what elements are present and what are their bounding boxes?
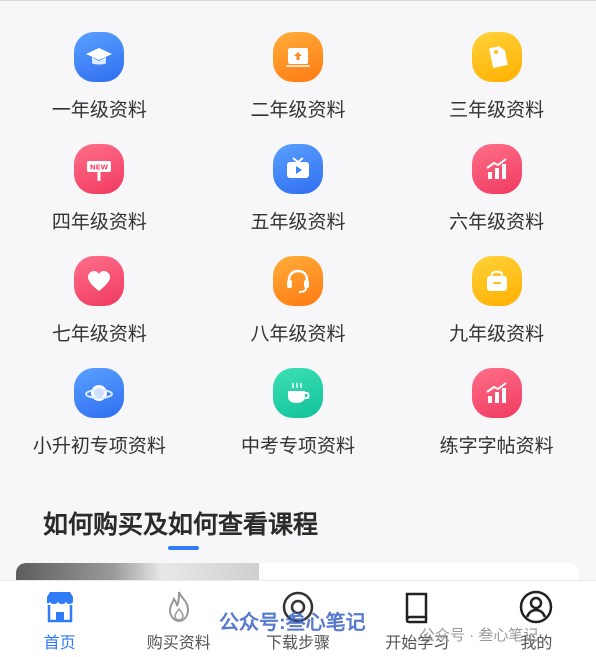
- grade-label: 一年级资料: [51, 100, 147, 121]
- book-icon: [405, 592, 428, 624]
- grade-grid: 一年级资料 二年级资料 三年级资料 NEW 四年级资料 五年级资料 六年级资料: [0, 22, 596, 470]
- rising-chart-icon: [471, 368, 522, 418]
- tab-study[interactable]: 开始学习: [358, 581, 477, 657]
- grade-item-10[interactable]: 小升初专项资料: [0, 358, 199, 470]
- new-signpost-icon: NEW: [74, 144, 125, 194]
- tab-label: 购买资料: [146, 635, 211, 652]
- grade-item-4[interactable]: NEW 四年级资料: [0, 134, 199, 246]
- top-divider: [0, 0, 596, 1]
- heart-icon: [74, 256, 125, 306]
- grade-item-2[interactable]: 二年级资料: [199, 22, 398, 134]
- headset-icon: [272, 256, 323, 306]
- grade-item-3[interactable]: 三年级资料: [397, 22, 596, 134]
- grade-label: 练字字帖资料: [439, 436, 554, 457]
- watermark-main: 公众号:叁心笔记: [219, 612, 366, 634]
- coffee-cup-icon: [272, 368, 323, 418]
- planet-icon: [74, 368, 125, 418]
- user-circle-icon: [520, 590, 553, 624]
- grade-label: 九年级资料: [449, 324, 545, 345]
- grade-label: 小升初专项资料: [32, 436, 166, 457]
- price-tag-icon: [471, 32, 522, 82]
- grade-item-9[interactable]: 九年级资料: [397, 246, 596, 358]
- grade-label: 八年级资料: [250, 324, 346, 345]
- tab-home[interactable]: 首页: [0, 581, 119, 657]
- upload-board-icon: [272, 32, 323, 82]
- grade-label: 五年级资料: [250, 212, 346, 233]
- grade-item-6[interactable]: 六年级资料: [397, 134, 596, 246]
- grade-label: 中考专项资料: [240, 436, 355, 457]
- grade-label: 三年级资料: [449, 100, 545, 121]
- grade-label: 七年级资料: [51, 324, 147, 345]
- shopping-bag-icon: [471, 256, 522, 306]
- tab-mine[interactable]: 我的: [477, 581, 596, 657]
- grade-item-7[interactable]: 七年级资料: [0, 246, 199, 358]
- grade-item-5[interactable]: 五年级资料: [199, 134, 398, 246]
- section-title: 如何购买及如何查看课程: [43, 511, 319, 539]
- flame-icon: [168, 591, 189, 623]
- store-home-icon: [46, 592, 73, 623]
- grade-item-1[interactable]: 一年级资料: [0, 22, 199, 134]
- rising-chart-icon: [471, 144, 522, 194]
- grade-label: 六年级资料: [449, 212, 545, 233]
- grade-label: 二年级资料: [250, 100, 346, 121]
- tv-play-icon: [272, 144, 323, 194]
- grade-label: 四年级资料: [51, 212, 147, 233]
- grade-item-8[interactable]: 八年级资料: [199, 246, 398, 358]
- grade-item-11[interactable]: 中考专项资料: [199, 358, 398, 470]
- svg-text:NEW: NEW: [90, 164, 109, 172]
- watermark-small: 公众号 · 叁心笔记: [420, 627, 539, 644]
- graduation-cap-icon: [74, 32, 125, 82]
- tab-label: 首页: [43, 635, 76, 652]
- title-underline: [168, 546, 199, 550]
- grade-item-12[interactable]: 练字字帖资料: [397, 358, 596, 470]
